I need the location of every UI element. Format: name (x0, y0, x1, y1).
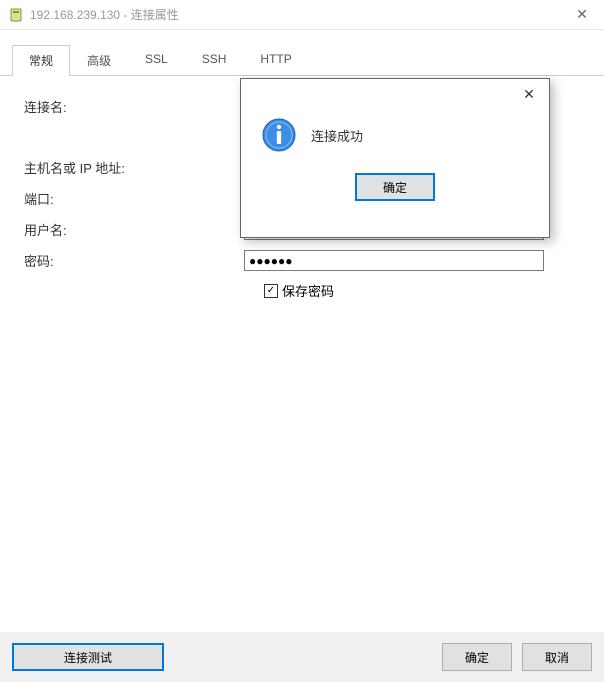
tab-ssh[interactable]: SSH (185, 45, 244, 76)
label-password: 密码: (24, 251, 244, 270)
tab-strip: 常规 高级 SSL SSH HTTP (0, 30, 604, 76)
window-close-button[interactable]: ✕ (560, 0, 604, 30)
test-connection-button[interactable]: 连接测试 (12, 643, 164, 671)
checkbox-save-password[interactable]: ✓ (264, 284, 278, 298)
close-icon: ✕ (576, 6, 588, 23)
ok-button[interactable]: 确定 (442, 643, 512, 671)
tab-ssl[interactable]: SSL (128, 45, 185, 76)
label-save-password: 保存密码 (282, 281, 334, 300)
dialog-body: 连接成功 (241, 109, 549, 153)
tab-http[interactable]: HTTP (243, 45, 308, 76)
label-connection-name: 连接名: (24, 97, 244, 116)
dialog-close-button[interactable]: ✕ (517, 82, 541, 106)
dialog-ok-button[interactable]: 确定 (355, 173, 435, 201)
label-port: 端口: (24, 189, 244, 208)
window-title: 192.168.239.130 - 连接属性 (30, 6, 179, 23)
info-icon (261, 117, 297, 153)
bottom-button-bar: 连接测试 确定 取消 (0, 632, 604, 682)
row-password: 密码: (24, 250, 580, 271)
tab-general[interactable]: 常规 (12, 45, 70, 76)
message-dialog: ✕ 连接成功 确定 (240, 78, 550, 238)
app-icon (8, 7, 24, 23)
cancel-button[interactable]: 取消 (522, 643, 592, 671)
input-password[interactable] (244, 250, 544, 271)
dialog-message: 连接成功 (311, 126, 363, 145)
row-save-password: ✓ 保存密码 (264, 281, 580, 300)
label-host: 主机名或 IP 地址: (24, 158, 244, 177)
tab-advanced[interactable]: 高级 (70, 45, 128, 76)
checkmark-icon: ✓ (267, 286, 275, 296)
label-username: 用户名: (24, 220, 244, 239)
dialog-footer: 确定 (241, 173, 549, 201)
window-titlebar: 192.168.239.130 - 连接属性 ✕ (0, 0, 604, 30)
close-icon: ✕ (523, 86, 535, 103)
dialog-titlebar: ✕ (241, 79, 549, 109)
